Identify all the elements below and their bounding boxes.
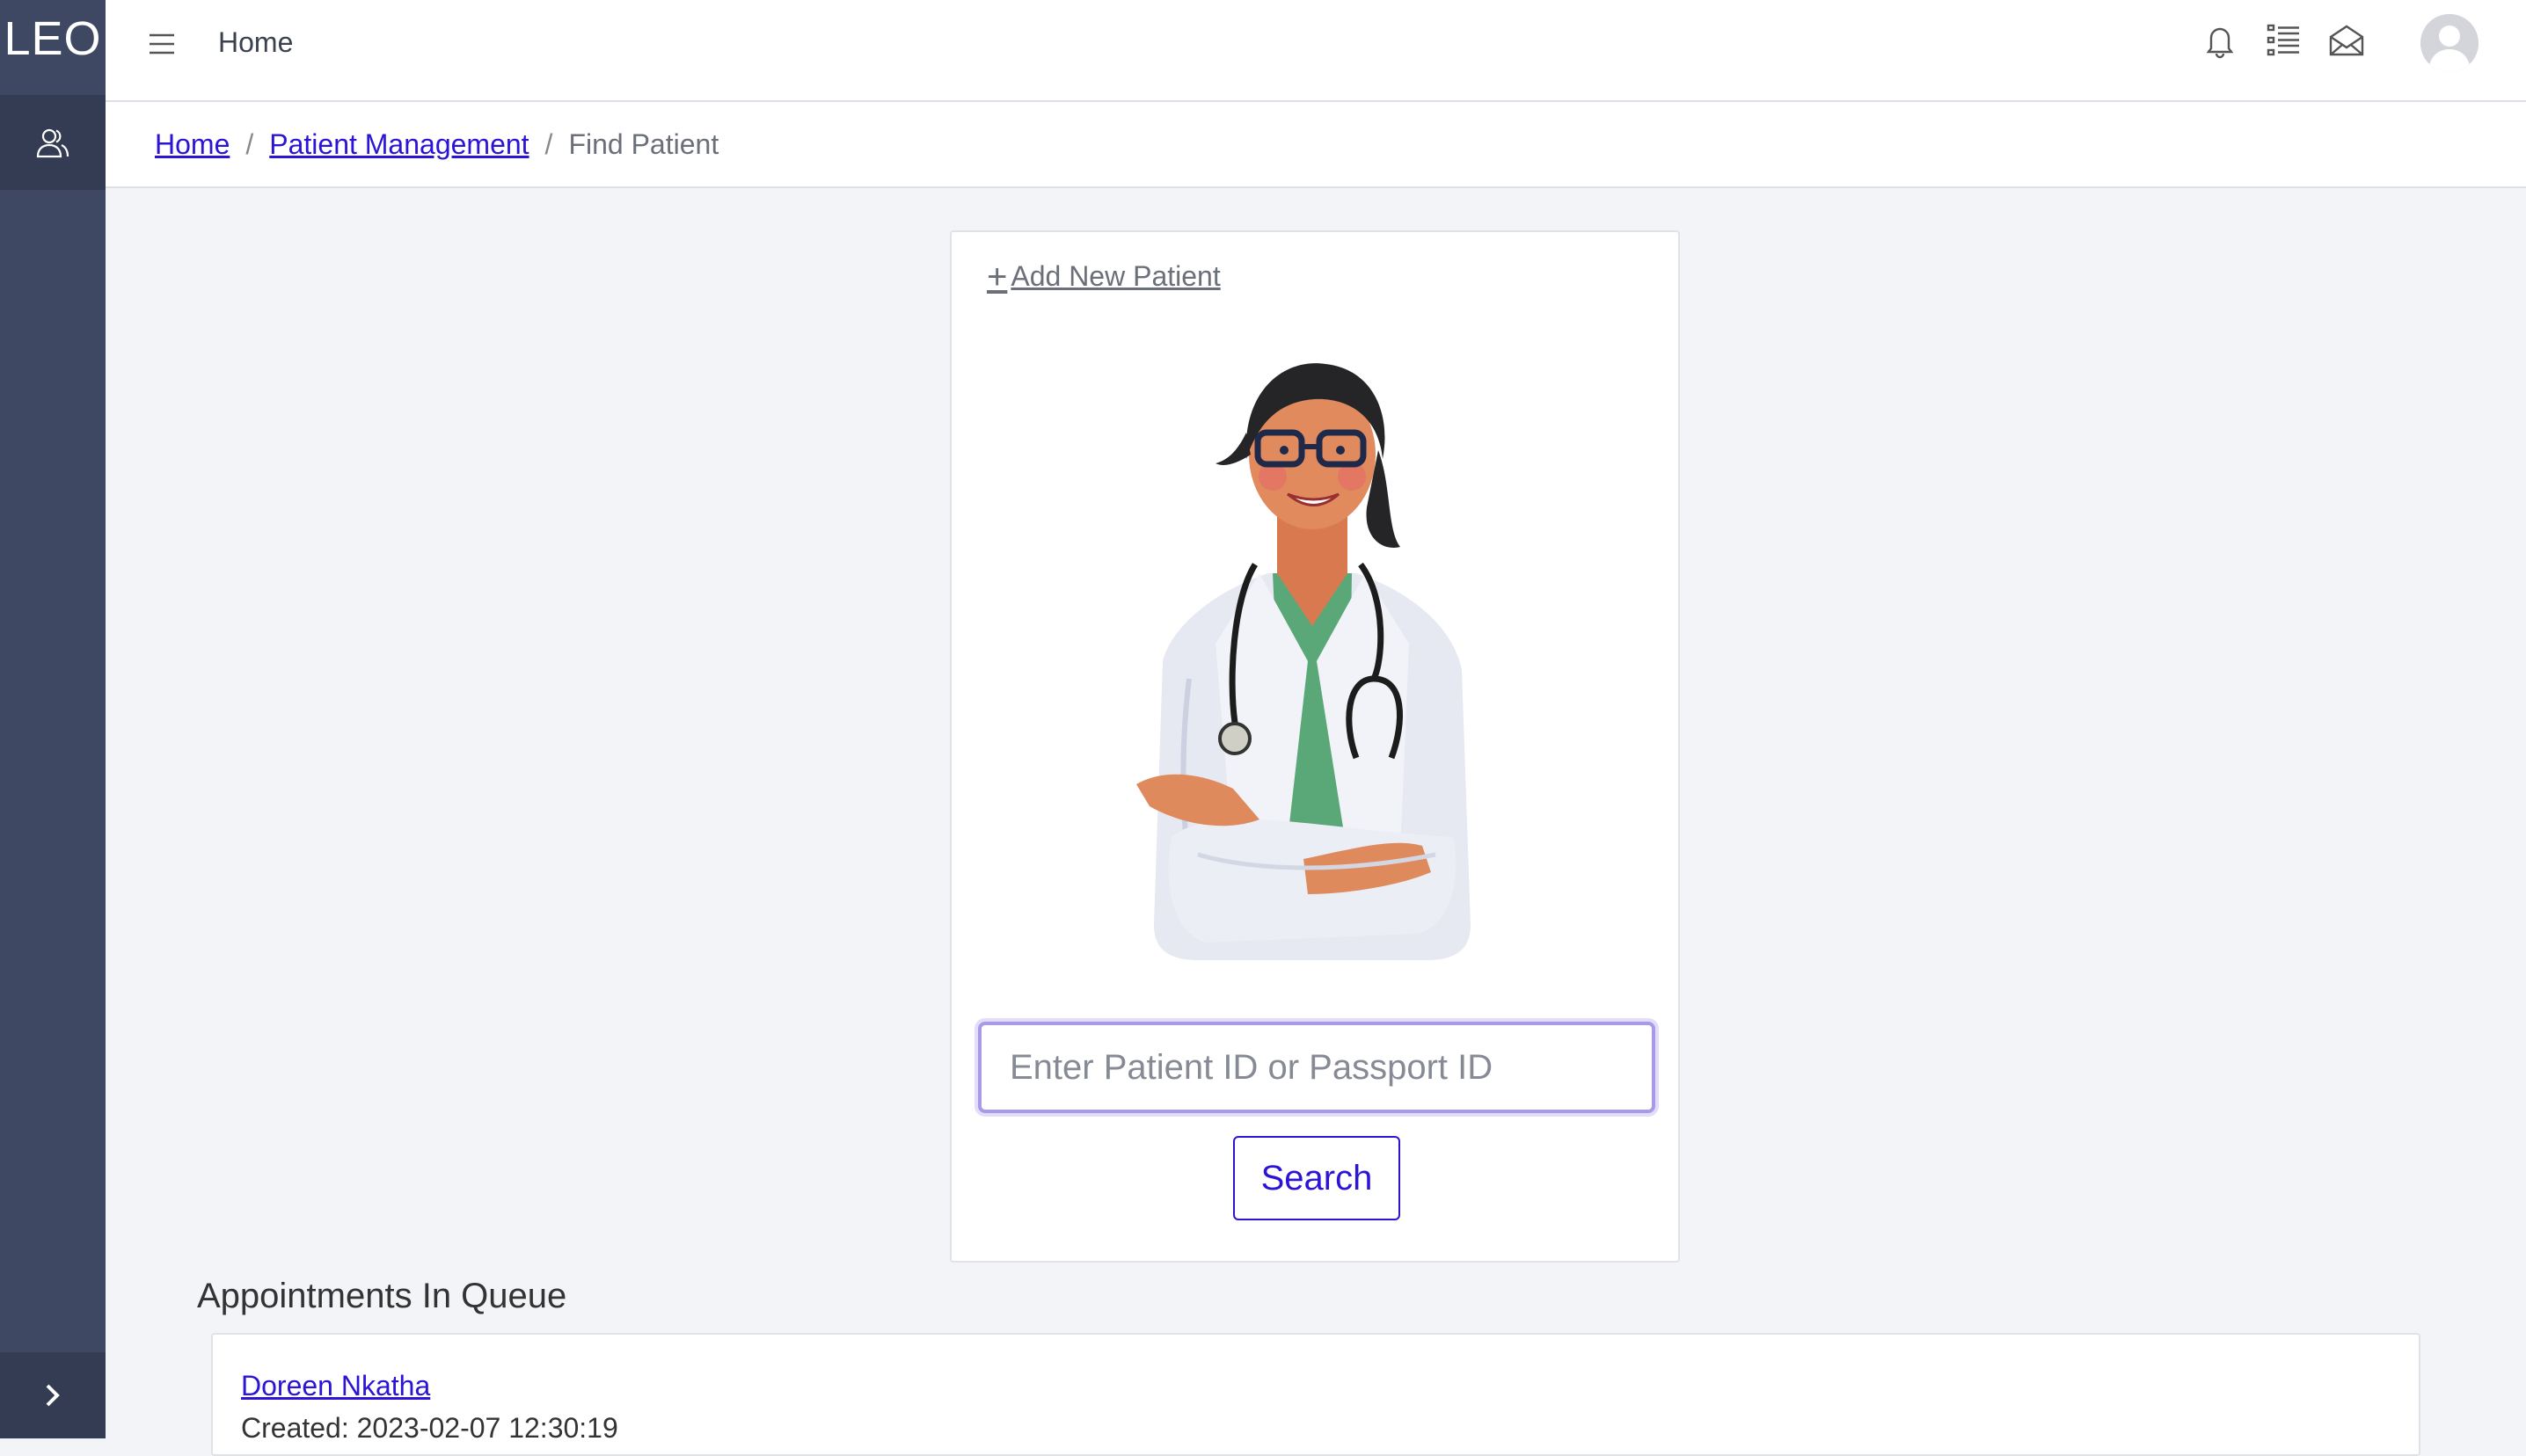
envelope-icon	[2329, 25, 2364, 56]
user-avatar-icon	[2420, 14, 2479, 72]
notifications-button[interactable]	[2199, 18, 2241, 63]
list-icon	[2267, 24, 2299, 56]
breadcrumb-patient-management[interactable]: Patient Management	[269, 128, 529, 161]
user-avatar[interactable]	[2420, 14, 2479, 72]
top-header: Home	[106, 0, 2526, 102]
menu-icon	[150, 33, 174, 55]
sidebar-item-patients[interactable]	[0, 95, 106, 190]
messages-button[interactable]	[2325, 18, 2368, 63]
add-new-patient-link[interactable]: + Add New Patient	[987, 257, 1221, 296]
patient-search-input[interactable]	[978, 1022, 1655, 1113]
breadcrumb-separator: /	[245, 127, 254, 160]
doctor-illustration	[1136, 363, 1471, 960]
appointment-created-time: Created: 2023-02-07 12:30:19	[241, 1412, 618, 1444]
appointments-queue-title: Appointments In Queue	[197, 1277, 567, 1315]
breadcrumb: Home / Patient Management / Find Patient	[106, 102, 2526, 188]
add-new-patient-label: Add New Patient	[1011, 260, 1221, 292]
users-icon	[36, 128, 69, 158]
bell-icon	[2206, 27, 2234, 59]
list-item: Doreen Nkatha Created: 2023-02-07 12:30:…	[211, 1333, 2420, 1456]
chevron-right-icon	[46, 1384, 60, 1407]
brand-logo[interactable]: LEO	[0, 0, 106, 77]
search-button[interactable]: Search	[1233, 1136, 1400, 1220]
header-title[interactable]: Home	[218, 26, 293, 59]
breadcrumb-separator: /	[544, 127, 553, 160]
tasks-button[interactable]	[2262, 18, 2304, 63]
plus-icon: +	[987, 257, 1008, 296]
menu-toggle-button[interactable]	[144, 26, 179, 62]
sidebar-toggle[interactable]	[0, 1352, 106, 1438]
breadcrumb-home[interactable]: Home	[155, 128, 230, 161]
find-patient-card: + Add New Patient Enter Patient ID or Pa…	[950, 230, 1680, 1263]
breadcrumb-current: Find Patient	[568, 127, 719, 160]
appointment-patient-link[interactable]: Doreen Nkatha	[241, 1370, 430, 1402]
sidebar: LEO	[0, 0, 106, 1438]
